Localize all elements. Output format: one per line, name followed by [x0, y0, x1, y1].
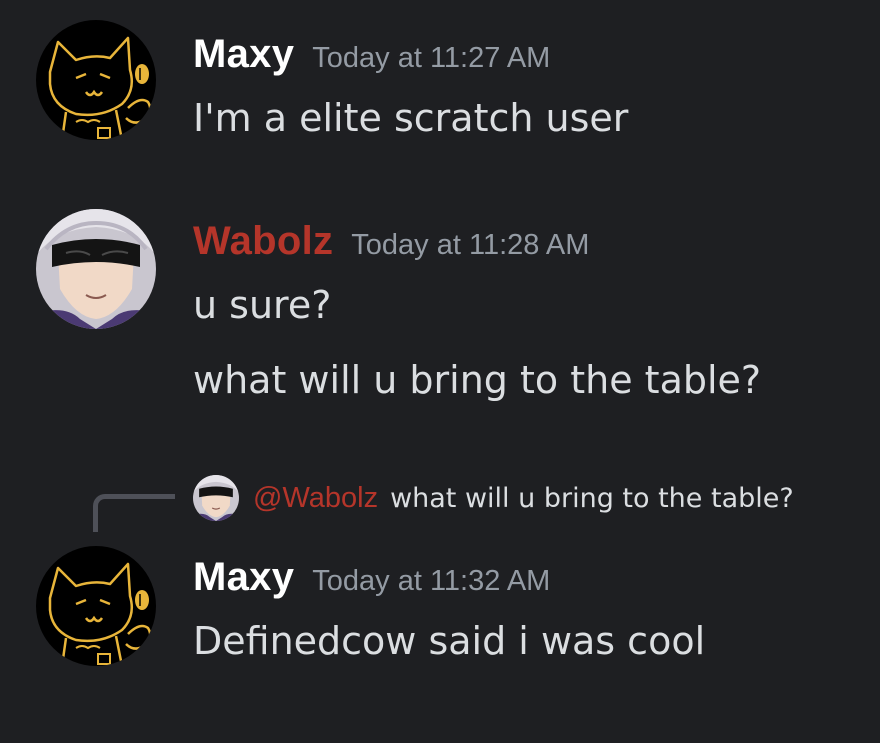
reply-mention[interactable]: @Wabolz [253, 482, 378, 515]
reply-reference[interactable]: @Wabolz what will u bring to the table? [193, 474, 794, 522]
cat-doodle-avatar-icon [36, 20, 156, 140]
timestamp: Today at 11:27 AM [312, 42, 551, 74]
avatar-maxy[interactable] [36, 20, 156, 140]
anime-character-avatar-icon [193, 475, 239, 521]
reply-avatar[interactable] [193, 475, 239, 521]
reply-preview-text[interactable]: what will u bring to the table? [390, 483, 794, 514]
message-header: Maxy Today at 11:27 AM [193, 32, 550, 77]
message-content: u sure? [193, 283, 332, 327]
anime-character-avatar-icon [36, 209, 156, 329]
message-content: what will u bring to the table? [193, 358, 762, 402]
username[interactable]: Wabolz [193, 219, 333, 263]
message-header: Maxy Today at 11:32 AM [193, 555, 550, 600]
reply-connector [93, 494, 175, 532]
cat-doodle-avatar-icon [36, 546, 156, 666]
username[interactable]: Maxy [193, 555, 294, 599]
avatar-maxy[interactable] [36, 546, 156, 666]
message-content: Definedcow said i was cool [193, 619, 706, 663]
avatar-wabolz[interactable] [36, 209, 156, 329]
username[interactable]: Maxy [193, 32, 294, 76]
timestamp: Today at 11:28 AM [351, 229, 590, 261]
message-header: Wabolz Today at 11:28 AM [193, 219, 589, 264]
timestamp: Today at 11:32 AM [312, 565, 551, 597]
message-content: I'm a elite scratch user [193, 96, 629, 140]
